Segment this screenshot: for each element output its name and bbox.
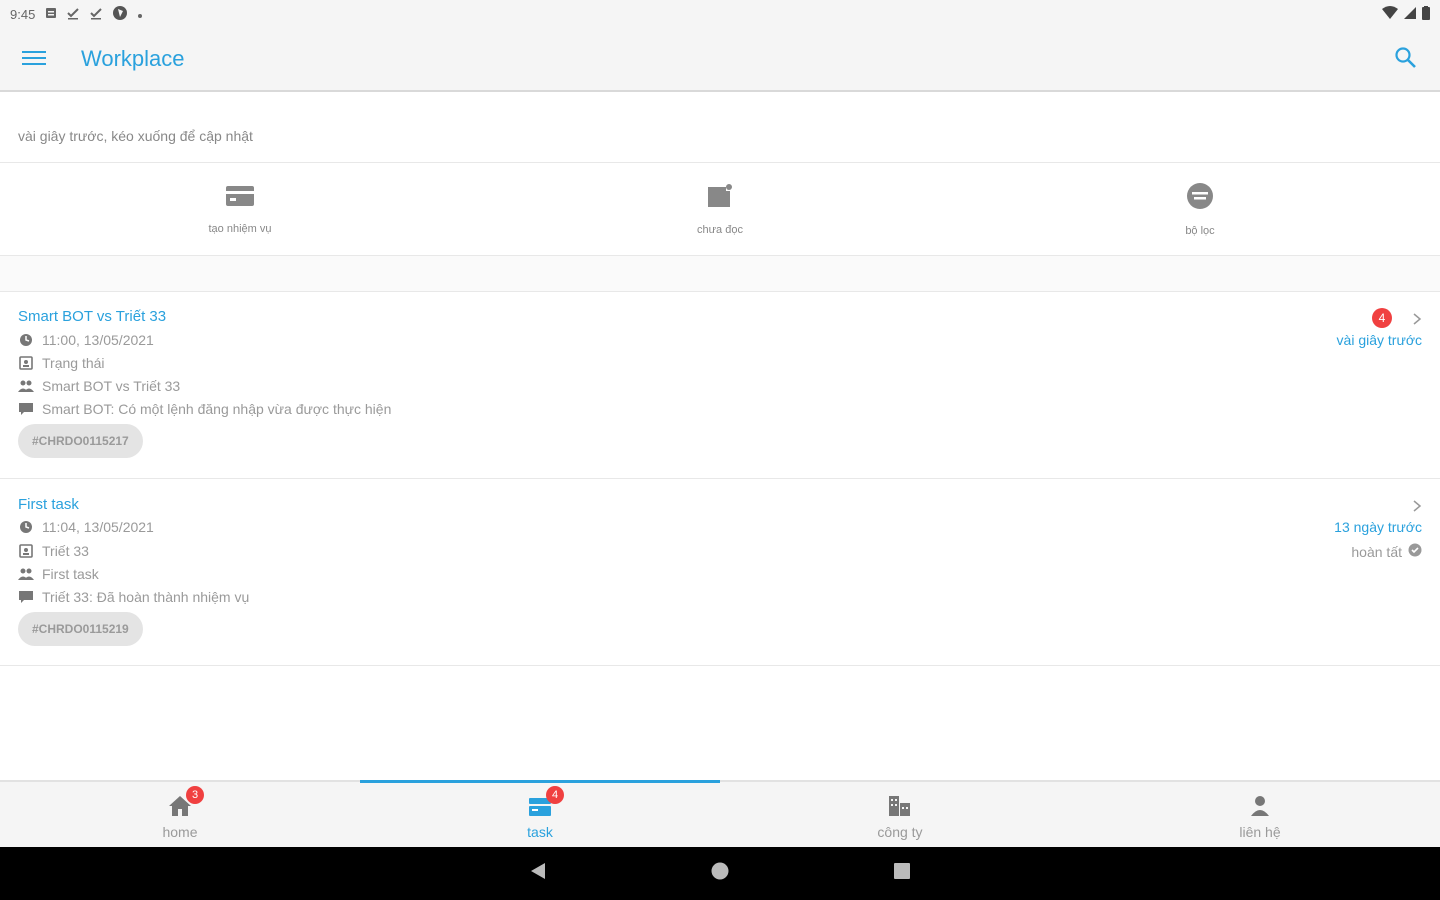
task-tag: #CHRDO0115217 [18, 424, 143, 458]
action-label: chưa đọc [697, 223, 743, 236]
nav-label: công ty [877, 824, 923, 840]
task-message: Triết 33: Đã hoàn thành nhiệm vụ [42, 589, 250, 605]
status-time: 9:45 [10, 6, 36, 22]
nav-badge: 4 [546, 786, 564, 804]
home-system-button[interactable] [708, 861, 732, 885]
task-message-row: Smart BOT: Có một lệnh đăng nhập vừa đượ… [18, 401, 391, 417]
task-status: hoàn tất [1351, 543, 1422, 560]
task-title[interactable]: Smart BOT vs Triết 33 [18, 308, 166, 325]
system-nav-bar [0, 847, 1440, 900]
search-button[interactable] [1394, 46, 1420, 72]
task-message-row: Triết 33: Đã hoàn thành nhiệm vụ [18, 589, 249, 605]
check-circle-icon [1408, 543, 1422, 560]
unread-badge: 4 [1372, 308, 1392, 328]
task-item[interactable]: Smart BOT vs Triết 33 11:00, 13/05/2021 … [0, 292, 1440, 478]
task-tag: #CHRDO0115219 [18, 612, 143, 646]
task-check-icon [89, 6, 103, 23]
task-group: Smart BOT vs Triết 33 [42, 378, 181, 394]
nav-task[interactable]: 4 task [360, 780, 720, 847]
chat-icon [18, 589, 34, 605]
id-card-icon [18, 543, 34, 559]
unread-action[interactable]: chưa đọc [480, 163, 960, 255]
create-task-action[interactable]: tạo nhiệm vụ [0, 163, 480, 255]
task-group-row: First task [18, 566, 99, 582]
hamburger-icon [21, 49, 47, 72]
search-icon [1394, 47, 1418, 74]
task-item[interactable]: First task 11:04, 13/05/2021 Triết 33 Fi… [0, 479, 1440, 665]
task-assignee: Trạng thái [42, 355, 105, 371]
app-title: Workplace [81, 46, 185, 71]
task-group-row: Smart BOT vs Triết 33 [18, 378, 180, 394]
recents-square-icon [893, 862, 911, 885]
chevron-right-icon [1410, 499, 1424, 513]
status-bar: 9:45 [0, 0, 1440, 28]
chat-icon [18, 401, 34, 417]
card-icon [225, 184, 255, 213]
task-stack-icon: 4 [526, 786, 564, 820]
task-time-ago: 13 ngày trước [1334, 519, 1422, 535]
nav-contact[interactable]: liên hệ [1080, 782, 1440, 847]
wifi-icon [1382, 5, 1398, 23]
filter-action[interactable]: bộ lọc [960, 163, 1440, 255]
menu-button[interactable] [20, 48, 48, 72]
back-triangle-icon [529, 861, 547, 886]
group-icon [18, 378, 34, 394]
task-assignee-row: Triết 33 [18, 543, 89, 559]
action-row: tạo nhiệm vụ chưa đọc bộ lọc [0, 163, 1440, 255]
bottom-nav: 3 home 4 task công ty liên hệ [0, 780, 1440, 847]
unread-note-icon [706, 183, 734, 214]
task-group: First task [42, 566, 99, 582]
nav-label: task [527, 824, 553, 840]
nav-label: liên hệ [1239, 824, 1281, 840]
nav-home[interactable]: 3 home [0, 782, 360, 847]
task-status-label: hoàn tất [1351, 543, 1402, 560]
battery-icon [1422, 5, 1430, 23]
nav-label: home [162, 824, 198, 840]
task-check-icon [66, 6, 80, 23]
task-message: Smart BOT: Có một lệnh đăng nhập vừa đượ… [42, 401, 392, 417]
filter-circle-icon [1186, 182, 1214, 215]
nav-badge: 3 [186, 786, 204, 804]
clock-icon [18, 519, 34, 535]
task-datetime-row: 11:00, 13/05/2021 [18, 332, 154, 348]
back-button[interactable] [526, 861, 550, 885]
notification-square-icon [45, 7, 57, 22]
clock-icon [18, 332, 34, 348]
task-datetime: 11:00, 13/05/2021 [42, 332, 154, 348]
home-circle-icon [710, 861, 730, 886]
task-datetime-row: 11:04, 13/05/2021 [18, 519, 154, 535]
signal-icon [1403, 6, 1417, 23]
building-icon [886, 792, 914, 820]
chevron-right-icon [1410, 312, 1424, 326]
group-icon [18, 566, 34, 582]
app-bar: Workplace [0, 28, 1440, 92]
app-circle-icon [112, 5, 128, 24]
task-assignee-row: Trạng thái [18, 355, 105, 371]
section-gap [0, 256, 1440, 292]
task-datetime: 11:04, 13/05/2021 [42, 519, 154, 535]
action-label: bộ lọc [1185, 224, 1215, 237]
refresh-note: vài giây trước, kéo xuống để cập nhật [18, 128, 253, 144]
divider [0, 665, 1440, 666]
recents-button[interactable] [890, 861, 914, 885]
home-icon: 3 [166, 786, 204, 820]
dot-icon [137, 7, 143, 22]
task-title[interactable]: First task [18, 496, 79, 513]
id-card-icon [18, 355, 34, 371]
nav-company[interactable]: công ty [720, 782, 1080, 847]
action-label: tạo nhiệm vụ [208, 222, 272, 235]
person-icon [1246, 792, 1274, 820]
task-assignee: Triết 33 [42, 543, 89, 559]
task-time-ago: vài giây trước [1336, 332, 1422, 348]
